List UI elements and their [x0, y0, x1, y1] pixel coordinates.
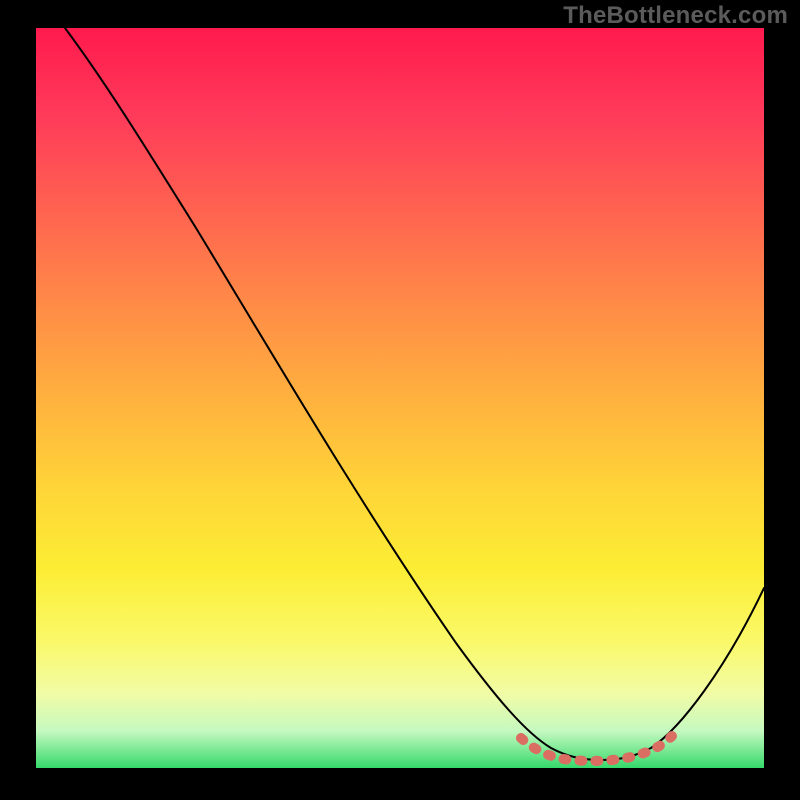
- chart-curve: [65, 28, 764, 760]
- chart-svg: [36, 28, 764, 768]
- chart-plot-area: [36, 28, 764, 768]
- chart-frame: TheBottleneck.com: [0, 0, 800, 800]
- watermark-text: TheBottleneck.com: [563, 2, 788, 30]
